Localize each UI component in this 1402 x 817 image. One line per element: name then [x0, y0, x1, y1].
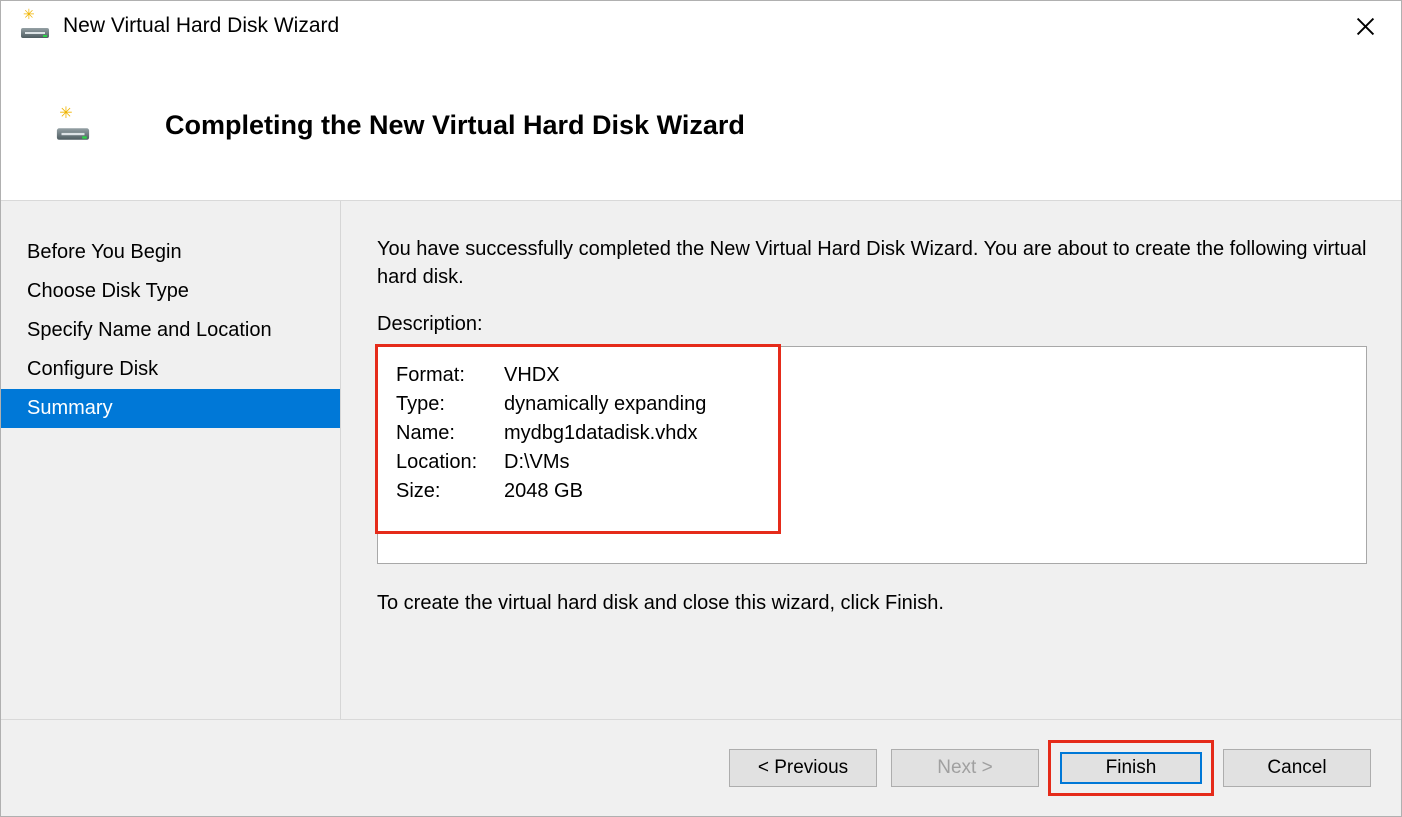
cancel-button[interactable]: Cancel [1223, 749, 1371, 787]
table-row: Type: dynamically expanding [396, 390, 706, 419]
title-bar: New Virtual Hard Disk Wizard [1, 1, 1401, 51]
step-choose-disk-type[interactable]: Choose Disk Type [1, 272, 340, 311]
close-button[interactable] [1341, 6, 1389, 46]
type-value: dynamically expanding [504, 390, 706, 419]
name-value: mydbg1datadisk.vhdx [504, 419, 706, 448]
format-label: Format: [396, 361, 504, 390]
page-title: Completing the New Virtual Hard Disk Wiz… [165, 110, 745, 141]
table-row: Format: VHDX [396, 361, 706, 390]
name-label: Name: [396, 419, 504, 448]
step-summary[interactable]: Summary [1, 389, 340, 428]
close-icon [1356, 17, 1375, 36]
disk-icon [21, 14, 49, 38]
description-box: Format: VHDX Type: dynamically expanding… [377, 346, 1367, 564]
sidebar: Before You Begin Choose Disk Type Specif… [1, 201, 341, 719]
finish-button[interactable]: Finish [1060, 752, 1202, 784]
banner: Completing the New Virtual Hard Disk Wiz… [1, 51, 1401, 201]
disk-icon [57, 112, 89, 140]
location-label: Location: [396, 448, 504, 477]
wizard-window: New Virtual Hard Disk Wizard Completing … [0, 0, 1402, 817]
type-label: Type: [396, 390, 504, 419]
wizard-body: Before You Begin Choose Disk Type Specif… [1, 201, 1401, 720]
previous-button[interactable]: < Previous [729, 749, 877, 787]
window-title: New Virtual Hard Disk Wizard [63, 14, 1341, 38]
table-row: Size: 2048 GB [396, 477, 706, 506]
location-value: D:\VMs [504, 448, 706, 477]
next-button: Next > [891, 749, 1039, 787]
step-configure-disk[interactable]: Configure Disk [1, 350, 340, 389]
table-row: Location: D:\VMs [396, 448, 706, 477]
description-label: Description: [377, 313, 1367, 336]
finish-button-wrap: Finish [1053, 745, 1209, 791]
step-specify-name-location[interactable]: Specify Name and Location [1, 311, 340, 350]
summary-table: Format: VHDX Type: dynamically expanding… [396, 361, 706, 506]
format-value: VHDX [504, 361, 706, 390]
size-label: Size: [396, 477, 504, 506]
step-before-you-begin[interactable]: Before You Begin [1, 233, 340, 272]
size-value: 2048 GB [504, 477, 706, 506]
footer: < Previous Next > Finish Cancel [1, 720, 1401, 816]
content-pane: You have successfully completed the New … [341, 201, 1401, 719]
table-row: Name: mydbg1datadisk.vhdx [396, 419, 706, 448]
closing-text: To create the virtual hard disk and clos… [377, 592, 1367, 615]
intro-text: You have successfully completed the New … [377, 235, 1367, 291]
